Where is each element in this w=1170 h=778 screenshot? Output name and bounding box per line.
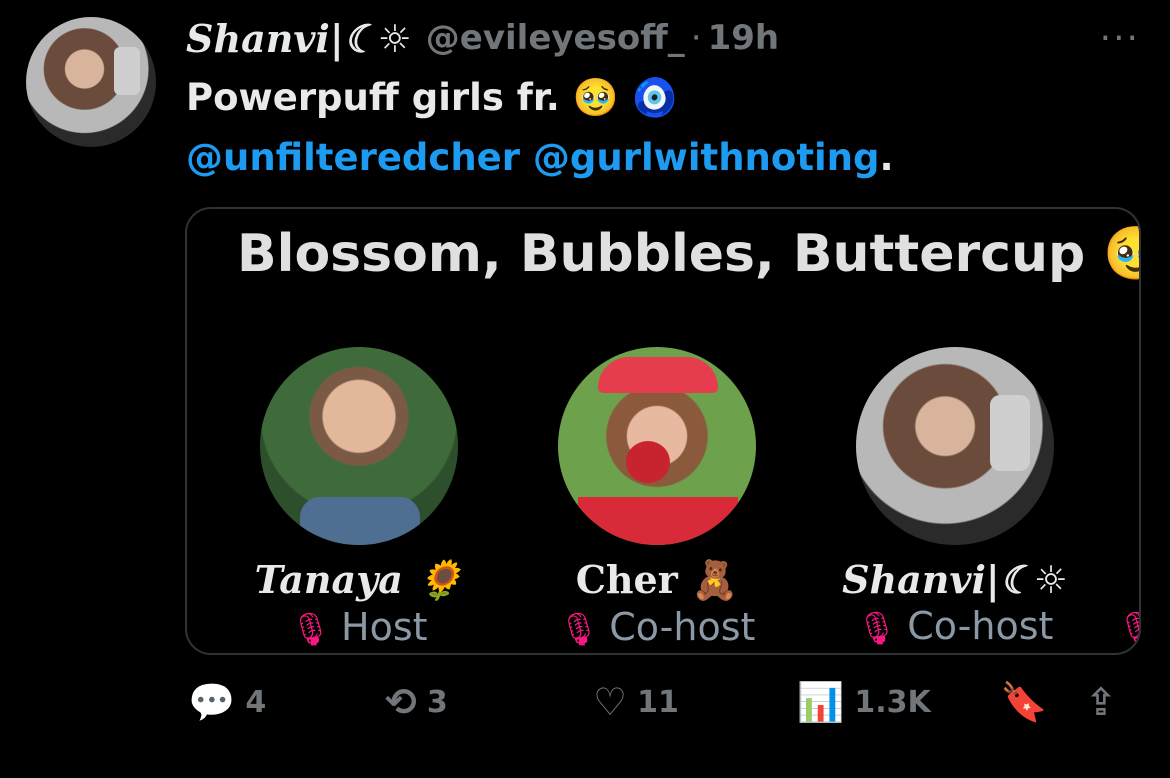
tweet-header: Shanvi|☾☼ @evileyesoff_ · 19h bbox=[186, 10, 779, 66]
share-button[interactable]: ⇪ bbox=[1085, 680, 1127, 724]
speaker-role: 🎙 Host bbox=[290, 605, 428, 649]
reply-count: 4 bbox=[245, 685, 267, 720]
bookmark-icon: 🔖 bbox=[1000, 680, 1048, 724]
speaker-cohost[interactable]: Cher 🧸 🎙 Co-host bbox=[537, 347, 777, 649]
tweet-mentions: @unfilteredcher @gurlwithnoting. bbox=[186, 132, 894, 184]
mic-off-icon: 🎙 bbox=[1117, 609, 1139, 647]
mention-link[interactable]: @unfilteredcher bbox=[186, 136, 520, 179]
speaker-cohost[interactable]: Shanvi|☾☼ 🎙 Co-host bbox=[835, 347, 1075, 648]
views-chart-icon: 📊 bbox=[797, 680, 845, 724]
speaker-name: Tanaya 🌻 bbox=[254, 557, 464, 602]
more-options-icon[interactable]: ··· bbox=[1100, 18, 1140, 59]
mic-off-icon: 🎙 bbox=[290, 610, 332, 648]
tweet-timestamp[interactable]: 19h bbox=[708, 18, 780, 58]
reply-button[interactable]: 💬 4 bbox=[188, 680, 266, 725]
tweet-text: Powerpuff girls fr. 🥹 🧿 bbox=[186, 76, 678, 119]
speaker-name: Shanvi|☾☼ bbox=[842, 557, 1068, 602]
repost-icon: ⟲ bbox=[385, 680, 417, 724]
speaker-role: 🎙 Co-host bbox=[856, 604, 1054, 648]
speaker-avatar bbox=[856, 347, 1054, 545]
mention-link[interactable]: @gurlwithnoting bbox=[533, 136, 880, 179]
heart-icon: ♡ bbox=[593, 680, 628, 724]
like-button[interactable]: ♡ 11 bbox=[593, 680, 679, 724]
bookmark-button[interactable]: 🔖 bbox=[1000, 680, 1057, 725]
repost-count: 3 bbox=[426, 684, 448, 720]
view-count: 1.3K bbox=[854, 685, 931, 720]
tweet-actions: 💬 4 ⟲ 3 ♡ 11 📊 1.3K 🔖 ⇪ bbox=[0, 680, 1170, 740]
speaker-role: 🎙 Co-host bbox=[558, 605, 756, 649]
views-button[interactable]: 📊 1.3K bbox=[797, 680, 931, 725]
author-display-name[interactable]: Shanvi|☾☼ bbox=[186, 16, 412, 61]
speaker-host[interactable]: Tanaya 🌻 🎙 Host bbox=[239, 347, 479, 649]
separator-dot: · bbox=[690, 18, 702, 58]
space-card[interactable]: Blossom, Bubbles, Buttercup 🥹 Tanaya 🌻 🎙… bbox=[185, 207, 1141, 655]
reply-icon: 💬 bbox=[188, 680, 236, 724]
speaker-avatar bbox=[260, 347, 458, 545]
speaker-name: Cher 🧸 bbox=[575, 557, 739, 602]
space-title: Blossom, Bubbles, Buttercup 🥹 bbox=[237, 224, 1141, 284]
author-handle[interactable]: @evileyesoff_ bbox=[426, 18, 685, 58]
like-count: 11 bbox=[637, 684, 679, 720]
author-avatar[interactable] bbox=[26, 17, 156, 147]
speaker-avatar bbox=[558, 347, 756, 545]
share-icon: ⇪ bbox=[1085, 680, 1117, 724]
mic-off-icon: 🎙 bbox=[856, 609, 898, 647]
mentions-suffix: . bbox=[879, 136, 894, 179]
mic-off-icon: 🎙 bbox=[558, 610, 600, 648]
repost-button[interactable]: ⟲ 3 bbox=[385, 680, 448, 724]
